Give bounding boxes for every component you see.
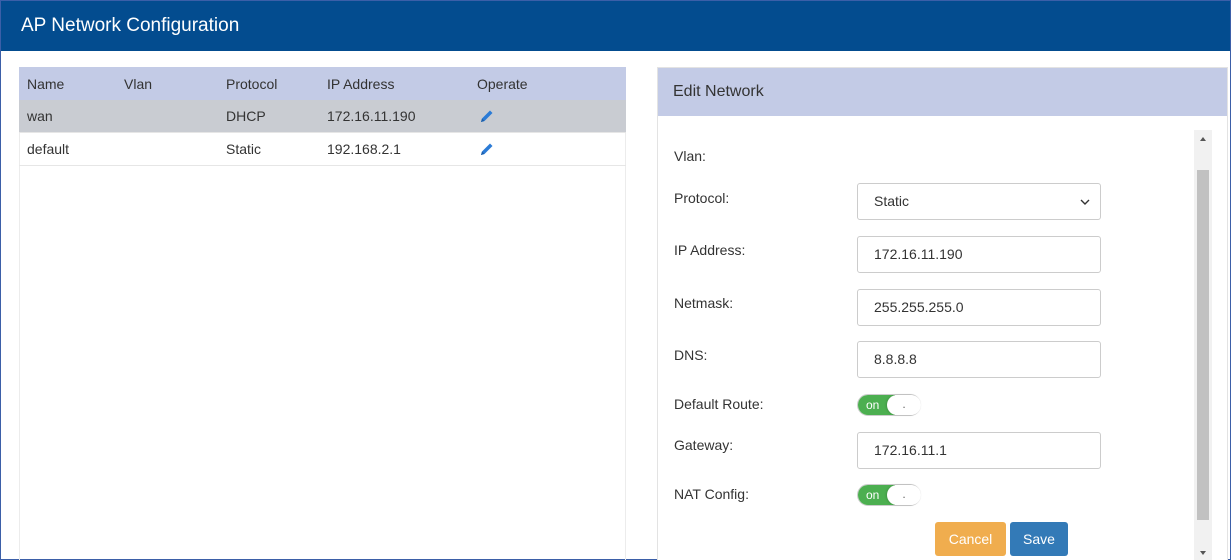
save-button[interactable]: Save [1010, 522, 1068, 556]
row-ip-address: 172.16.11.190 [327, 108, 416, 124]
header-ip-address: IP Address [327, 75, 395, 92]
protocol-label: Protocol: [674, 190, 730, 206]
cancel-button[interactable]: Cancel [935, 522, 1006, 556]
scrollbar-thumb[interactable] [1197, 170, 1209, 520]
header-protocol: Protocol [226, 75, 278, 92]
row-protocol: DHCP [226, 108, 266, 124]
table-row-default[interactable]: default Static 192.168.2.1 [19, 133, 626, 166]
ip-address-input[interactable]: 172.16.11.190 [857, 236, 1101, 273]
netmask-input[interactable]: 255.255.255.0 [857, 289, 1101, 326]
ap-network-window: AP Network Configuration Name Vlan Proto… [0, 0, 1231, 560]
header-name: Name [27, 75, 65, 92]
row-protocol: Static [226, 141, 262, 157]
ip-address-label: IP Address: [674, 242, 746, 258]
row-ip-address: 192.168.2.1 [327, 141, 401, 157]
default-route-toggle[interactable]: on . [857, 394, 921, 416]
scroll-up-arrow-icon[interactable] [1194, 130, 1212, 148]
row-name: wan [27, 108, 53, 124]
nat-config-label: NAT Config: [674, 486, 749, 502]
pencil-icon[interactable] [479, 141, 495, 157]
toggle-knob: . [887, 485, 921, 505]
chevron-down-icon [1080, 199, 1090, 205]
gateway-label: Gateway: [674, 437, 734, 453]
row-name: default [27, 141, 70, 157]
edit-network-title: Edit Network [658, 68, 1227, 116]
window-title: AP Network Configuration [1, 1, 1230, 51]
netmask-label: Netmask: [674, 295, 734, 311]
network-table: Name Vlan Protocol IP Address Operate wa… [19, 67, 626, 166]
default-route-label: Default Route: [674, 396, 764, 412]
table-header: Name Vlan Protocol IP Address Operate [19, 67, 626, 100]
gateway-input[interactable]: 172.16.11.1 [857, 432, 1101, 469]
form-scrollbar[interactable] [1194, 130, 1212, 560]
vlan-label: Vlan: [674, 148, 706, 164]
edit-network-panel: Edit Network Vlan: Protocol: Static IP A… [657, 67, 1228, 560]
protocol-select[interactable]: Static [857, 183, 1101, 220]
protocol-selected-value: Static [874, 193, 910, 209]
scroll-down-arrow-icon[interactable] [1194, 544, 1212, 560]
dns-label: DNS: [674, 347, 708, 363]
nat-config-toggle[interactable]: on . [857, 484, 921, 506]
toggle-knob: . [887, 395, 921, 415]
dns-input[interactable]: 8.8.8.8 [857, 341, 1101, 378]
pencil-icon[interactable] [479, 108, 495, 124]
header-operate: Operate [477, 75, 528, 92]
edit-form: Vlan: Protocol: Static IP Address: 172.1… [658, 116, 1193, 560]
table-row-wan[interactable]: wan DHCP 172.16.11.190 [19, 100, 626, 133]
header-vlan: Vlan [124, 75, 153, 92]
